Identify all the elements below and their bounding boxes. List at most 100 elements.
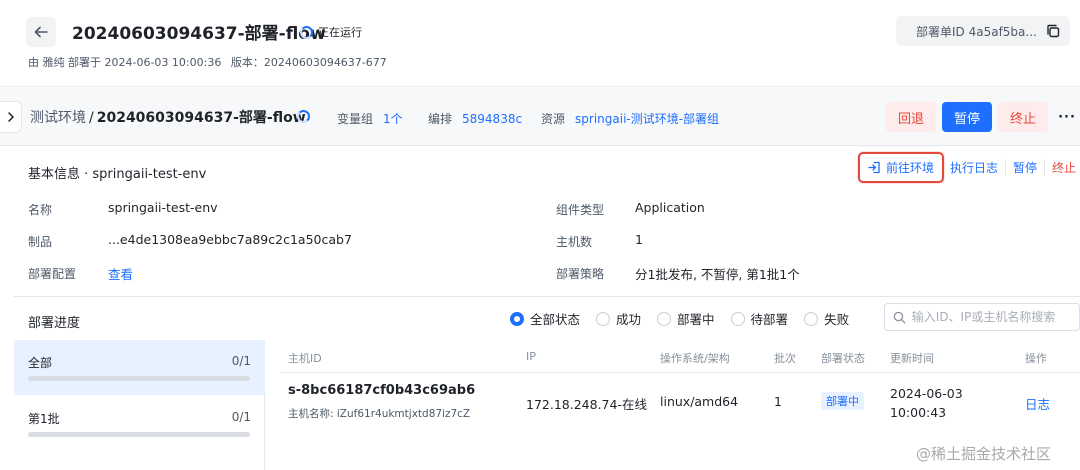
resource-link[interactable]: springaii-测试环境-部署组 (575, 112, 719, 126)
stop-button[interactable]: 终止 (998, 102, 1048, 132)
goto-env-button[interactable]: 前往环境 (858, 151, 945, 183)
batch-panel: 全部 0/1 第1批 0/1 (14, 340, 265, 470)
orchestration: 编排 5894838c (428, 110, 522, 127)
batch-count: 0/1 (231, 410, 251, 424)
loading-spinner-icon (300, 25, 313, 39)
orchestration-label: 编排 (428, 112, 453, 126)
host-id: s-8bc66187cf0b43c69ab6 (288, 383, 476, 398)
host-count-label: 主机数 (556, 235, 593, 249)
host-name: 主机名称: iZuf61r4ukmtjxtd87iz7cZ (288, 408, 471, 420)
filter-all[interactable]: 全部状态 (510, 309, 580, 328)
filter-label: 待部署 (750, 312, 789, 327)
stage-separator: / (89, 110, 94, 126)
stage-env-name: 测试环境 (30, 110, 86, 126)
batch-progress-bar (28, 376, 250, 381)
back-button[interactable] (26, 17, 56, 47)
host-search-input[interactable] (911, 310, 1079, 324)
component-type-value: Application (635, 200, 705, 215)
batch-item-all[interactable]: 全部 0/1 (14, 340, 265, 395)
rollback-button[interactable]: 回退 (886, 102, 936, 132)
batch-count: 0/1 (231, 354, 251, 368)
host-os: linux/amd64 (660, 394, 739, 409)
radio-checked-icon (510, 311, 524, 326)
strategy-value: 分1批发布, 不暂停, 第1批1个 (635, 267, 800, 282)
batch-name: 全部 (28, 356, 53, 370)
column-header-updated: 更新时间 (890, 352, 934, 365)
more-button[interactable]: ··· (1054, 102, 1080, 132)
batch-item-1[interactable]: 第1批 0/1 (14, 396, 265, 451)
column-header-status: 部署状态 (821, 352, 865, 365)
goto-env-label: 前往环境 (886, 160, 935, 175)
deploy-config-link[interactable]: 查看 (108, 264, 133, 283)
column-header-host-id: 主机ID (288, 352, 322, 365)
column-header-batch: 批次 (774, 352, 796, 365)
orchestration-link[interactable]: 5894838c (462, 112, 522, 126)
resource-label: 资源 (541, 112, 566, 126)
exec-log-link[interactable]: 执行日志 (944, 159, 1005, 176)
column-header-os: 操作系统/架构 (660, 352, 730, 365)
radio-icon (804, 311, 819, 326)
expand-toggle[interactable] (0, 101, 22, 133)
status-badge: 部署中 (821, 392, 864, 410)
section-divider (14, 296, 1080, 297)
filter-label: 失败 (824, 312, 850, 327)
chevron-right-icon (7, 112, 14, 122)
copy-icon[interactable] (1046, 24, 1060, 41)
watermark: @稀土掘金技术社区 (916, 445, 1052, 463)
var-group: 变量组 1个 (337, 110, 403, 127)
stage-loading-icon (297, 110, 310, 123)
deploy-id: 部署单ID 4a5af5ba... (896, 16, 1070, 46)
filter-label: 成功 (616, 312, 642, 327)
column-header-ip: IP (526, 350, 536, 363)
var-group-label: 变量组 (337, 112, 374, 126)
host-search (884, 303, 1080, 331)
info-pause-link[interactable]: 暂停 (1005, 158, 1044, 176)
artifact-label: 制品 (28, 235, 53, 249)
stage-flow-name: 20240603094637-部署-flow (96, 110, 306, 126)
info-actions: 前往环境 执行日志 暂停 终止 (858, 150, 1080, 184)
radio-icon (730, 311, 745, 326)
filter-deploying[interactable]: 部署中 (657, 309, 715, 328)
resource: 资源 springaii-测试环境-部署组 (541, 110, 719, 127)
update-time: 2024-06-03 10:00:43 (890, 386, 963, 420)
column-header-action: 操作 (1025, 352, 1047, 365)
host-batch: 1 (774, 394, 782, 409)
status-filters: 全部状态 成功 部署中 待部署 失败 (510, 309, 849, 328)
arrow-left-icon (34, 26, 48, 38)
stage-title: 测试环境/20240603094637-部署-flow (30, 107, 306, 127)
info-title: 基本信息 · springaii-test-env (28, 167, 207, 182)
filter-label: 部署中 (677, 312, 715, 327)
component-type-label: 组件类型 (556, 203, 605, 217)
table-header-divider (280, 372, 1080, 373)
radio-icon (596, 311, 611, 326)
deployed-by: 由 雅纯 部署于 2024-06-03 10:00:36 (28, 56, 222, 69)
deploy-version: 版本：20240603094637-677 (230, 56, 387, 69)
enter-icon (868, 161, 880, 173)
radio-icon (657, 311, 672, 326)
pause-button[interactable]: 暂停 (942, 102, 992, 132)
search-icon (893, 311, 906, 324)
filter-success[interactable]: 成功 (596, 309, 641, 328)
deploy-meta: 由 雅纯 部署于 2024-06-03 10:00:36 版本：20240603… (28, 54, 393, 70)
filter-pending[interactable]: 待部署 (730, 309, 789, 328)
log-link[interactable]: 日志 (1025, 394, 1050, 413)
host-ip: 172.18.248.74-在线 (526, 397, 647, 412)
batch-progress-bar (28, 432, 250, 437)
strategy-label: 部署策略 (556, 267, 605, 281)
name-label: 名称 (28, 203, 53, 217)
var-group-link[interactable]: 1个 (383, 112, 403, 126)
deploy-config-label: 部署配置 (28, 267, 77, 281)
filter-label: 全部状态 (530, 312, 581, 327)
stage-bar: 测试环境/20240603094637-部署-flow 变量组 1个 编排 5894… (0, 86, 1080, 146)
host-count-value: 1 (635, 232, 643, 247)
artifact-value: ...e4de1308ea9ebbc7a89c2c1a50cab7 (108, 232, 352, 247)
run-status-text: 正在运行 (318, 26, 362, 39)
deploy-id-text: 部署单ID 4a5af5ba... (916, 24, 1037, 39)
info-stop-link[interactable]: 终止 (1044, 158, 1080, 176)
batch-name: 第1批 (28, 412, 60, 426)
run-status: 正在运行 (300, 24, 362, 40)
page-title: 20240603094637-部署-flow (72, 24, 326, 44)
filter-failed[interactable]: 失败 (804, 309, 849, 328)
progress-title: 部署进度 (28, 316, 81, 331)
name-value: springaii-test-env (108, 200, 218, 215)
